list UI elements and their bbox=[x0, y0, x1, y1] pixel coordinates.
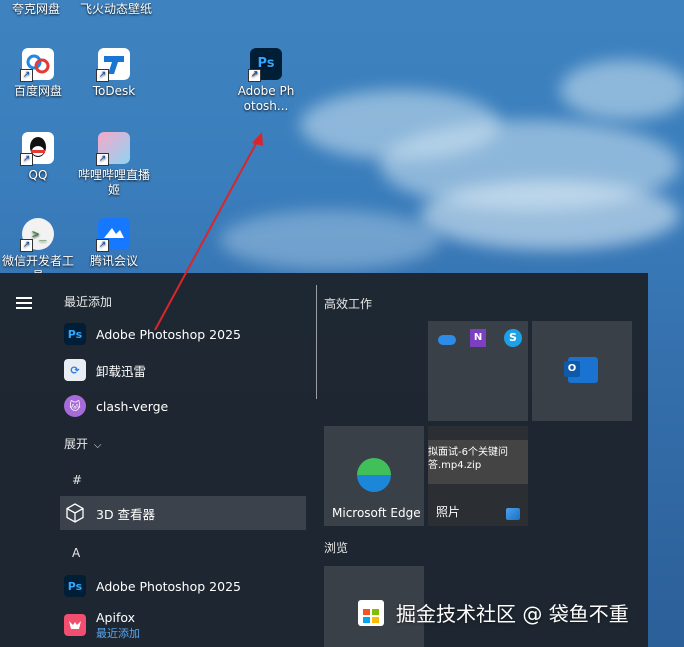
store-icon bbox=[358, 599, 384, 626]
annotation-arrow bbox=[154, 132, 263, 331]
watermark-text: 掘金技术社区 @ 袋鱼不重 bbox=[396, 602, 629, 626]
watermark: 掘金技术社区 @ 袋鱼不重 bbox=[358, 598, 629, 627]
